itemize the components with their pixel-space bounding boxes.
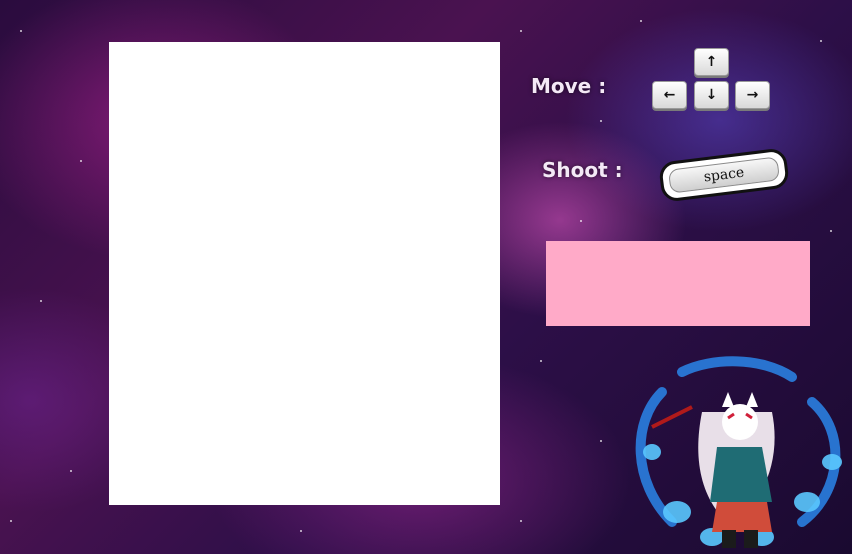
move-label: Move : bbox=[531, 74, 607, 98]
shoot-label: Shoot : bbox=[542, 158, 623, 182]
fox-mask-character-icon bbox=[635, 356, 842, 548]
arrow-up-key-icon: ↑ bbox=[694, 48, 729, 76]
game-canvas[interactable] bbox=[109, 42, 500, 505]
space-key-icon: space bbox=[658, 147, 790, 203]
arrow-down-key-icon: ↓ bbox=[694, 81, 729, 109]
space-key-label: space bbox=[667, 156, 781, 194]
arrow-right-key-icon: → bbox=[735, 81, 770, 109]
status-panel bbox=[546, 241, 810, 326]
arrow-left-key-icon: ← bbox=[652, 81, 687, 109]
